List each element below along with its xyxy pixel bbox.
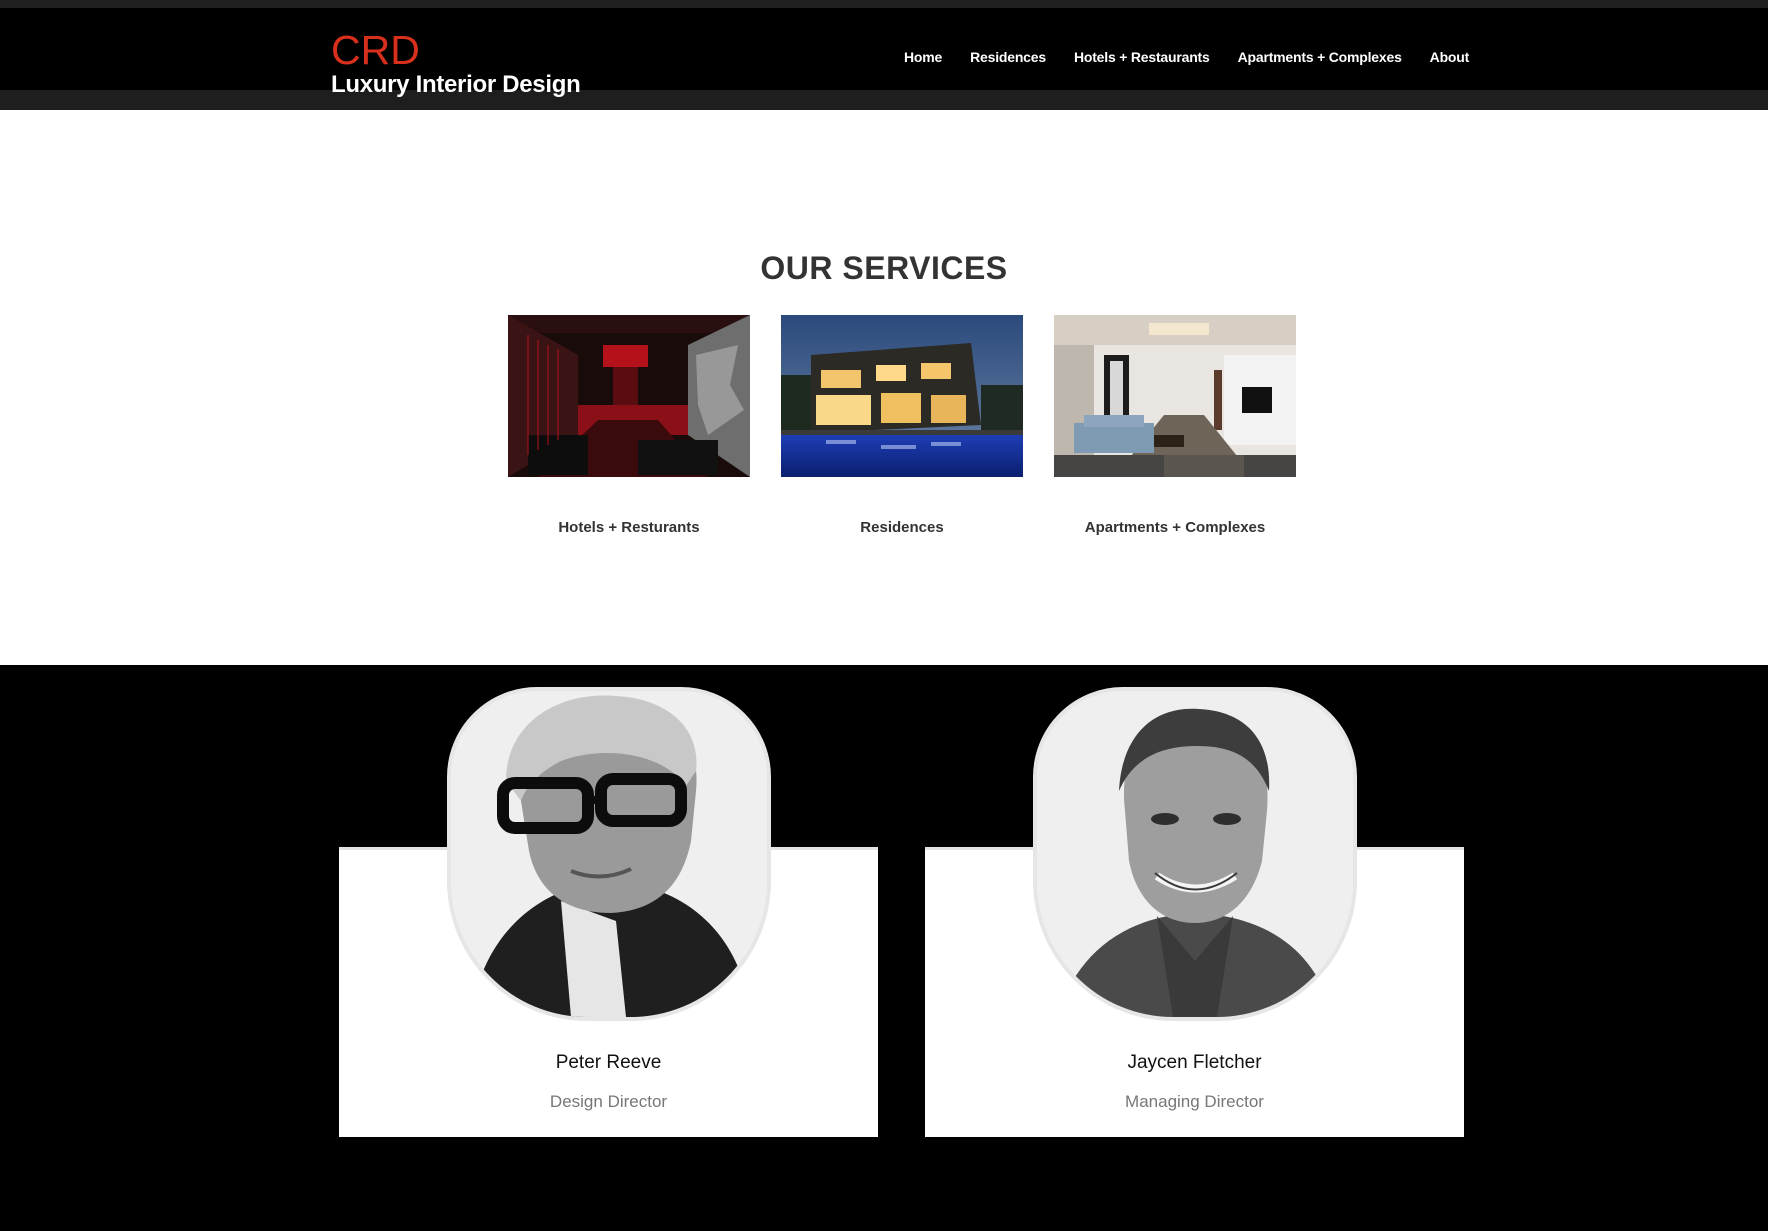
service-card-residences[interactable]: Residences [781,315,1023,536]
nav-apartments-complexes[interactable]: Apartments + Complexes [1238,49,1402,65]
service-label[interactable]: Hotels + Resturants [508,519,750,536]
main-nav: Home Residences Hotels + Restaurants Apa… [904,49,1469,65]
header-divider [0,90,1768,110]
site-logo[interactable]: CRD Luxury Interior Design [331,27,581,98]
member-role: Managing Director [1125,1092,1264,1111]
member-name: Jaycen Fletcher [1127,1052,1262,1073]
services-section: OUR SERVICES Hotels + Resturants Residen… [0,110,1768,665]
nav-hotels-restaurants[interactable]: Hotels + Restaurants [1074,49,1210,65]
member-name: Peter Reeve [555,1052,662,1073]
residence-image[interactable] [781,315,1023,477]
member-role: Design Director [549,1092,668,1111]
services-cards: Hotels + Resturants Residences Apartment… [508,315,1296,536]
logo-tagline: Luxury Interior Design [331,71,581,98]
service-label[interactable]: Residences [781,519,1023,536]
team-section: Peter Reeve Design Director Jaycen Fletc… [0,665,1768,1231]
service-card-apartments[interactable]: Apartments + Complexes [1054,315,1296,536]
nav-home[interactable]: Home [904,49,942,65]
services-title: OUR SERVICES [760,250,1008,286]
apartment-image[interactable] [1054,315,1296,477]
top-strip [0,0,1768,8]
nav-residences[interactable]: Residences [970,49,1046,65]
avatar [1033,687,1357,1021]
portrait-peter-image [451,691,767,1017]
service-label[interactable]: Apartments + Complexes [1054,519,1296,536]
service-card-hotels[interactable]: Hotels + Resturants [508,315,750,536]
nav-about[interactable]: About [1430,49,1470,65]
logo-mark: CRD [331,27,420,73]
site-header: CRD Luxury Interior Design Home Residenc… [0,8,1768,97]
avatar [447,687,771,1021]
restaurant-image[interactable] [508,315,750,477]
portrait-jaycen-image [1037,691,1353,1017]
